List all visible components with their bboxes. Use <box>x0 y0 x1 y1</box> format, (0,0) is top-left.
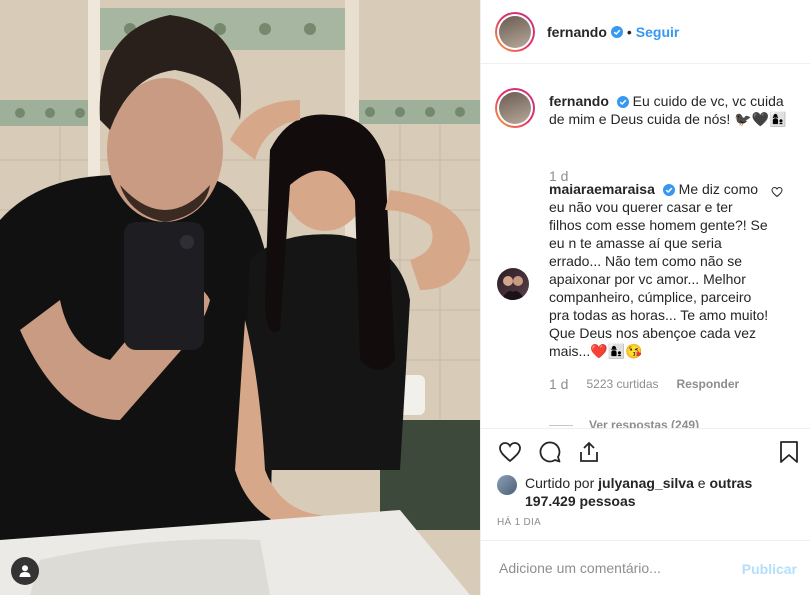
separator-dot: • <box>626 23 632 40</box>
caption-text-block: fernando Eu cuido de vc, vc cuida de mim… <box>549 92 799 128</box>
mirror-selfie-image <box>0 0 480 595</box>
comment-text: Me diz como eu não vou querer casar e te… <box>549 181 769 359</box>
comment-like-heart-icon[interactable] <box>771 186 783 198</box>
view-replies-button[interactable]: Ver respostas (249) <box>549 418 699 428</box>
verified-badge-icon <box>662 184 675 197</box>
share-icon[interactable] <box>577 440 601 464</box>
post-actions-bar <box>481 428 810 477</box>
verified-badge-icon <box>616 96 629 109</box>
liked-by-and: e <box>697 475 706 491</box>
verified-badge-icon <box>610 25 623 38</box>
liked-by-user[interactable]: julyanag_silva <box>598 475 694 491</box>
comment-icon[interactable] <box>537 440 563 464</box>
comment-text-block: maiaraemaraisa Me diz como eu não vou qu… <box>549 180 769 360</box>
liker-avatar[interactable] <box>497 475 517 495</box>
caption-author-avatar[interactable] <box>495 88 535 128</box>
post-photo[interactable] <box>0 0 480 595</box>
author-username[interactable]: fernando <box>547 24 607 40</box>
caption-username[interactable]: fernando <box>549 93 609 109</box>
bookmark-icon[interactable] <box>779 440 799 464</box>
reply-button[interactable]: Responder <box>677 377 740 391</box>
publish-button[interactable]: Publicar <box>742 561 797 577</box>
add-comment-bar: Publicar <box>481 540 810 596</box>
heart-icon[interactable] <box>497 440 523 464</box>
follow-button[interactable]: Seguir <box>636 24 680 40</box>
comment-likes-count[interactable]: 5223 curtidas <box>586 377 658 391</box>
author-avatar[interactable] <box>495 11 535 52</box>
view-replies-label: Ver respostas (249) <box>589 418 700 428</box>
comments-list[interactable]: fernando Eu cuido de vc, vc cuida de mim… <box>481 64 810 428</box>
post-header: fernando • Seguir <box>481 0 810 64</box>
user-tag-button[interactable] <box>11 557 39 585</box>
comment-time[interactable]: 1 d <box>549 376 568 392</box>
commenter-avatar[interactable] <box>497 268 529 300</box>
comment-input[interactable] <box>497 559 731 577</box>
instagram-post-modal: fernando • Seguir fernando Eu cuido de v… <box>0 0 810 595</box>
comment-meta: 1 d 5223 curtidas Responder <box>549 376 757 392</box>
post-details-panel: fernando • Seguir fernando Eu cuido de v… <box>480 0 810 595</box>
post-timestamp[interactable]: HÁ 1 DIA <box>497 517 541 528</box>
commenter-username[interactable]: maiaraemaraisa <box>549 181 655 197</box>
replies-line-divider <box>549 424 573 426</box>
user-tag-icon <box>19 565 31 577</box>
liked-by-prefix: Curtido por <box>525 475 595 491</box>
